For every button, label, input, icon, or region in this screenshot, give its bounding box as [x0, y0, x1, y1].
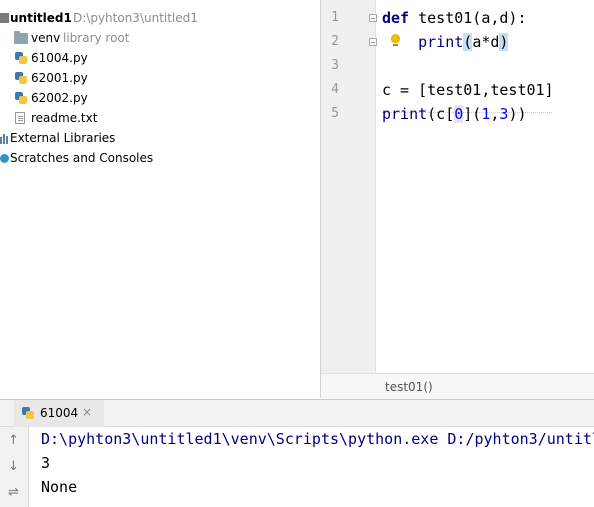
code-line-1: def test01(a,d):: [382, 6, 527, 30]
tree-item-label: venv: [31, 31, 61, 45]
tree-item-label: Scratches and Consoles: [10, 151, 154, 165]
tree-item-label: 62002.py: [31, 91, 88, 105]
code-token: (c[: [427, 105, 455, 123]
code-editor[interactable]: 1 2 3 4 5 def test01(a,d): print(a*d) c …: [321, 0, 594, 399]
keyword-def: def: [382, 9, 410, 27]
python-file-icon: [15, 52, 27, 64]
python-run-icon: [22, 407, 34, 419]
tree-item-label: External Libraries: [10, 131, 116, 145]
soft-wrap-icon[interactable]: ⇌: [8, 485, 19, 500]
run-tab-61004[interactable]: 61004 ×: [14, 400, 104, 427]
tree-item-label: readme.txt: [31, 111, 98, 125]
open-paren: (: [463, 33, 473, 51]
library-root-note: library root: [63, 31, 130, 45]
run-tab-label: 61004: [40, 406, 79, 420]
editor-breadcrumb[interactable]: test01(): [321, 373, 594, 399]
folder-icon: [14, 31, 28, 44]
project-tree-panel: untitled1 D:\pyhton3\untitled1 venv libr…: [0, 0, 321, 398]
fold-collapse-icon[interactable]: [369, 38, 377, 46]
builtin-print: print: [418, 33, 464, 51]
assignment: c = [test01,test01]: [382, 81, 554, 99]
libraries-icon: [0, 133, 10, 144]
code-line-4: c = [test01,test01]: [382, 78, 554, 102]
close-icon[interactable]: ×: [82, 405, 92, 419]
run-console-output[interactable]: D:\pyhton3\untitled1\venv\Scripts\python…: [29, 427, 594, 507]
code-token: ](: [463, 105, 482, 123]
scroll-up-icon[interactable]: ↑: [8, 433, 19, 448]
line-number: 4: [331, 82, 339, 97]
python-file-icon: [15, 92, 27, 104]
run-panel-header: 61004 ×: [0, 399, 594, 427]
text-file-icon: [15, 112, 25, 124]
tree-item-label: 61004.py: [31, 51, 88, 65]
print-argument: a*d: [472, 33, 500, 51]
fold-collapse-icon[interactable]: [369, 14, 377, 22]
breadcrumb-item[interactable]: test01(): [385, 380, 433, 394]
console-line: D:\pyhton3\untitled1\venv\Scripts\python…: [41, 430, 594, 448]
line-number: 1: [331, 10, 339, 25]
project-root-name: untitled1: [10, 11, 72, 25]
console-line: 3: [41, 454, 51, 472]
code-line-2: print(a*d): [382, 30, 509, 54]
editor-gutter: 1 2 3 4 5: [321, 0, 377, 373]
tree-item-label: 62001.py: [31, 71, 88, 85]
close-paren: ): [499, 33, 509, 51]
scroll-down-icon[interactable]: ↓: [8, 459, 19, 474]
project-root-path: D:\pyhton3\untitled1: [73, 11, 198, 25]
function-signature: test01(a,d):: [409, 9, 527, 27]
code-line-5: print(c[0](1,3)): [382, 102, 527, 126]
scratches-icon: [0, 154, 9, 163]
number-literal: 0: [454, 105, 464, 123]
line-number: 2: [331, 34, 339, 49]
line-number: 3: [331, 58, 339, 73]
builtin-print: print: [382, 105, 428, 123]
line-number: 5: [331, 106, 339, 121]
run-toolbar: ↑ ↓ ⇌: [0, 427, 29, 507]
console-line: None: [41, 478, 78, 496]
project-root-icon: [0, 13, 9, 23]
code-token: )): [508, 105, 527, 123]
python-file-icon: [15, 72, 27, 84]
